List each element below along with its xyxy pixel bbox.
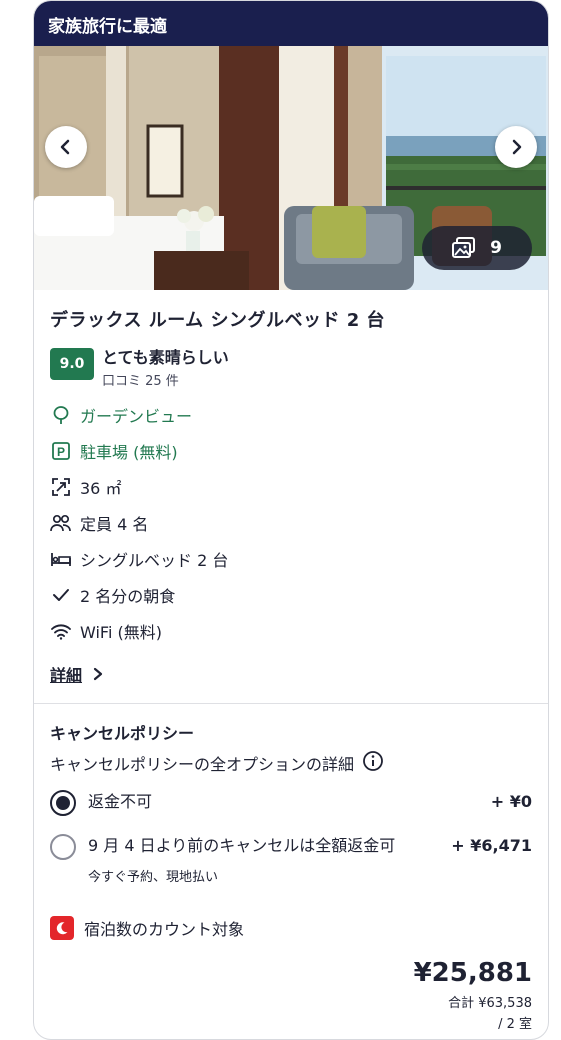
amenity-garden-view: ガーデンビュー — [50, 397, 532, 433]
amenity-wifi: WiFi (無料) — [50, 613, 532, 649]
room-details: デラックス ルーム シングルベッド 2 台 9.0 とても素晴らしい 口コミ 2… — [34, 290, 548, 689]
amenity-beds: シングルベッド 2 台 — [50, 541, 532, 577]
cancellation-policy-section: キャンセルポリシー キャンセルポリシーの全オプションの詳細 返金不可 + ¥0 … — [34, 704, 548, 1032]
amenity-label: WiFi (無料) — [80, 623, 162, 642]
policy-title: キャンセルポリシー — [50, 724, 195, 743]
option-price: + ¥6,471 — [451, 836, 532, 855]
previous-photo-button[interactable] — [45, 126, 87, 168]
expand-area-icon — [50, 476, 72, 498]
option-note: 今すぐ予約、現地払い — [88, 870, 219, 885]
amenity-room-size: 36 ㎡ — [50, 469, 532, 505]
photo-count: 9 — [490, 238, 502, 258]
people-icon — [50, 512, 72, 534]
rating-label: とても素晴らしい — [102, 348, 229, 367]
rating-summary: 9.0 とても素晴らしい 口コミ 25 件 — [50, 344, 532, 389]
parking-icon: P — [50, 440, 72, 462]
bed-icon — [50, 548, 72, 570]
night-count-row: 宿泊数のカウント対象 — [50, 916, 532, 940]
room-offer-card: 家族旅行に最適 9 デラックス ルーム シングルベッド 2 台 9.0 とても素… — [33, 0, 549, 1040]
tree-icon — [50, 404, 72, 426]
photo-gallery-button[interactable]: 9 — [422, 226, 532, 270]
amenity-label: 駐車場 (無料) — [80, 443, 178, 462]
amenity-label: ガーデンビュー — [80, 407, 193, 426]
amenity-label: シングルベッド 2 台 — [80, 551, 229, 570]
room-photo-carousel[interactable]: 9 — [34, 46, 548, 290]
night-count-label: 宿泊数のカウント対象 — [84, 920, 245, 939]
option-price: + ¥0 — [490, 792, 532, 811]
svg-text:P: P — [57, 445, 65, 459]
family-travel-banner: 家族旅行に最適 — [34, 1, 548, 46]
amenity-capacity: 定員 4 名 — [50, 505, 532, 541]
option-label: 9 月 4 日より前のキャンセルは全額返金可 — [88, 836, 396, 855]
policy-option-refundable[interactable]: 9 月 4 日より前のキャンセルは全額返金可 今すぐ予約、現地払い + ¥6,4… — [50, 834, 532, 890]
room-count: / 2 室 — [498, 1017, 532, 1032]
policy-option-nonrefundable[interactable]: 返金不可 + ¥0 — [50, 790, 532, 816]
room-title: デラックス ルーム シングルベッド 2 台 — [50, 310, 386, 331]
details-link[interactable]: 詳細 — [50, 659, 532, 689]
chevron-left-icon — [60, 139, 70, 155]
details-link-label: 詳細 — [50, 666, 83, 685]
info-icon[interactable] — [362, 750, 384, 776]
radio-selected[interactable] — [50, 790, 76, 816]
moon-icon — [50, 916, 74, 940]
amenity-label: 36 ㎡ — [80, 479, 122, 498]
total-price: 合計 ¥63,538 — [448, 996, 532, 1011]
wifi-icon — [50, 620, 72, 642]
policy-details-row: キャンセルポリシーの全オプションの詳細 — [50, 750, 532, 776]
chevron-right-icon — [93, 667, 103, 681]
review-count: 口コミ 25 件 — [102, 374, 179, 389]
photo-gallery-icon — [452, 237, 476, 258]
next-photo-button[interactable] — [495, 126, 537, 168]
amenity-label: 定員 4 名 — [80, 515, 149, 534]
checkmark-icon — [50, 584, 72, 606]
score-badge: 9.0 — [50, 348, 94, 380]
amenities-list: ガーデンビュー P 駐車場 (無料) 36 ㎡ 定員 4 名 シングルベッド 2… — [50, 397, 532, 649]
chevron-right-icon — [512, 139, 522, 155]
amenity-breakfast: 2 名分の朝食 — [50, 577, 532, 613]
option-label: 返金不可 — [88, 792, 153, 811]
policy-subtitle: キャンセルポリシーの全オプションの詳細 — [50, 755, 355, 774]
radio-unselected[interactable] — [50, 834, 76, 860]
banner-text: 家族旅行に最適 — [48, 17, 167, 37]
nightly-price: ¥25,881 — [413, 958, 532, 988]
amenity-parking: P 駐車場 (無料) — [50, 433, 532, 469]
price-summary: ¥25,881 合計 ¥63,538 / 2 室 — [50, 958, 532, 1032]
amenity-label: 2 名分の朝食 — [80, 587, 176, 606]
